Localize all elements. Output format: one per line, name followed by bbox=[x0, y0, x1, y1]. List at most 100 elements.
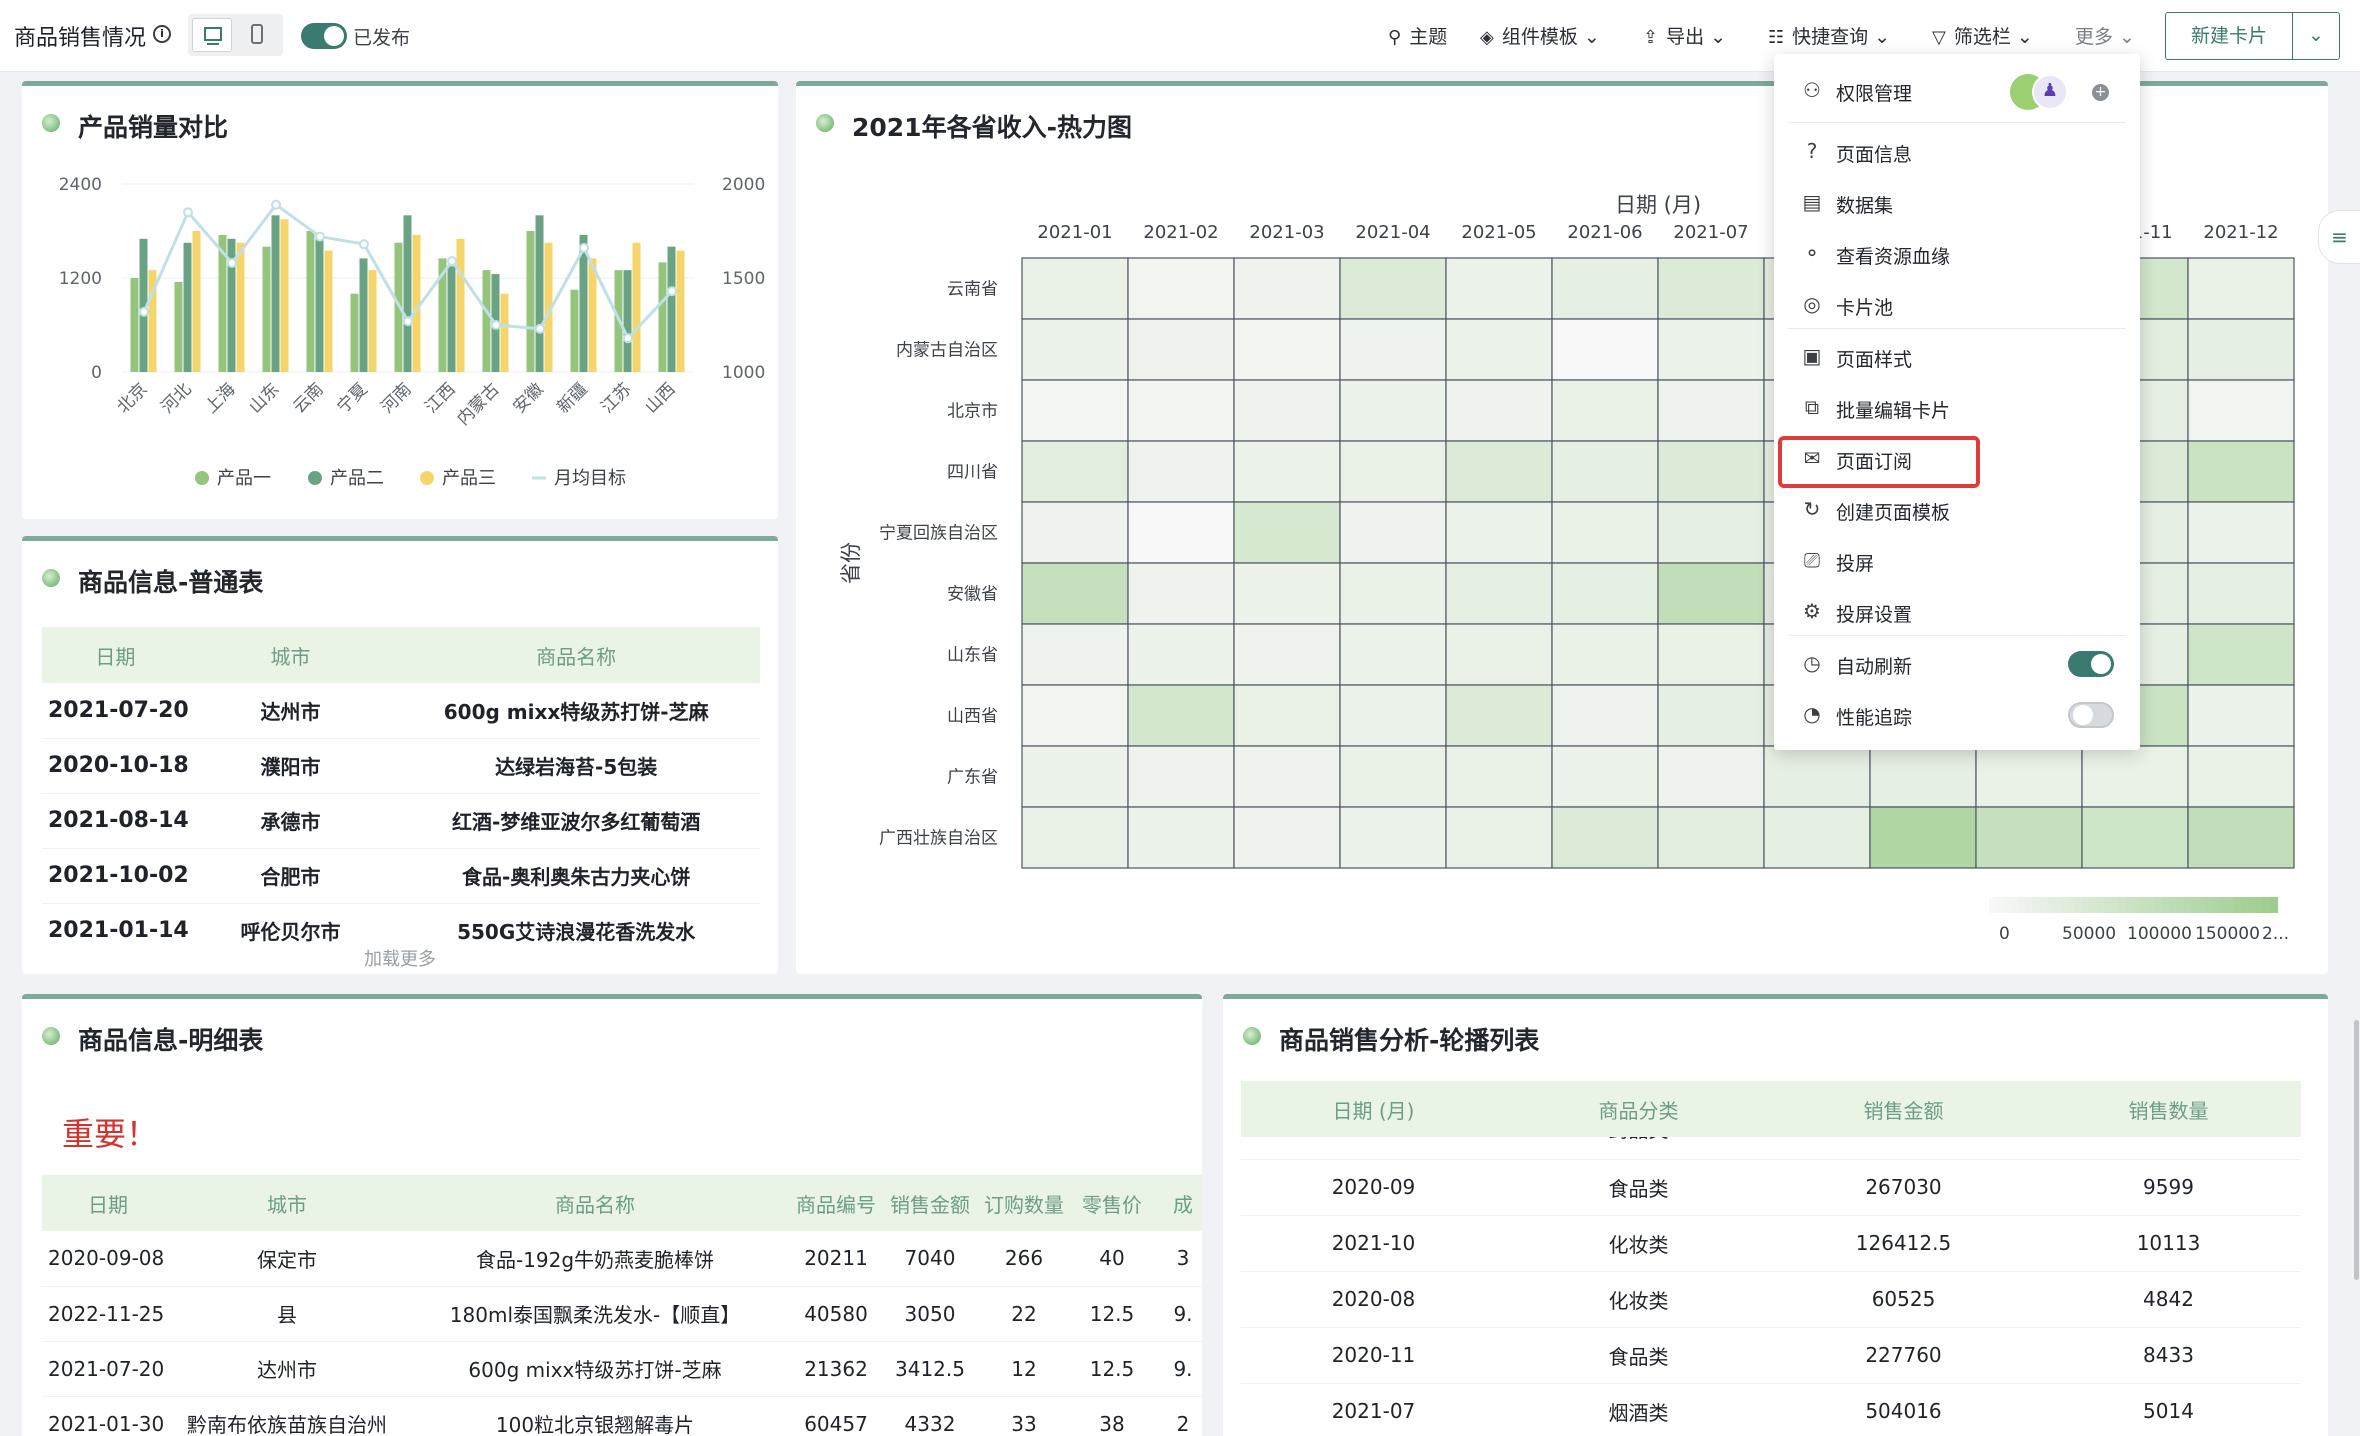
line-point[interactable] bbox=[403, 316, 413, 327]
line-point[interactable] bbox=[579, 242, 589, 253]
bar-产品二[interactable] bbox=[183, 242, 192, 372]
line-point[interactable] bbox=[447, 256, 457, 267]
table-row[interactable]: 2020-10-18 濮阳市 达绿岩海苔-5包装 bbox=[42, 738, 760, 794]
legend-label[interactable]: 产品一 bbox=[217, 468, 271, 489]
heatmap-cell[interactable] bbox=[1021, 257, 1129, 320]
heatmap-cell[interactable] bbox=[1021, 684, 1129, 747]
heatmap-cell[interactable] bbox=[2187, 806, 2295, 869]
heatmap-cell[interactable] bbox=[2187, 562, 2295, 625]
heatmap-cell[interactable] bbox=[1551, 379, 1659, 442]
bar-产品一[interactable] bbox=[482, 270, 491, 372]
heatmap-cell[interactable] bbox=[1975, 745, 2083, 808]
bar-产品二[interactable] bbox=[359, 258, 368, 372]
column-header[interactable]: 日期 bbox=[42, 627, 189, 683]
heatmap-cell[interactable] bbox=[2187, 684, 2295, 747]
heatmap-cell[interactable] bbox=[1339, 623, 1447, 686]
menu-item-lineage[interactable]: ⚬ 查看资源血缘 bbox=[1774, 229, 2140, 279]
bar-产品二[interactable] bbox=[667, 246, 676, 372]
heatmap-cell[interactable] bbox=[1551, 318, 1659, 381]
heatmap-cell[interactable] bbox=[1233, 806, 1341, 869]
menu-item-cast[interactable]: ⎚ 投屏 bbox=[1774, 536, 2140, 586]
export-button[interactable]: ⇪ 导出 ⌄ bbox=[1643, 22, 1726, 49]
line-point[interactable] bbox=[491, 320, 501, 330]
column-header[interactable]: 成 bbox=[1154, 1175, 1202, 1231]
heatmap-cell[interactable] bbox=[1551, 806, 1659, 869]
column-header[interactable]: 日期 (月) bbox=[1241, 1081, 1506, 1137]
component-template-button[interactable]: ◈ 组件模板 ⌄ bbox=[1480, 22, 1600, 49]
bar-产品一[interactable] bbox=[526, 231, 535, 372]
heatmap-cell[interactable] bbox=[1339, 501, 1447, 564]
heatmap-cell[interactable] bbox=[1021, 806, 1129, 869]
line-point[interactable] bbox=[139, 306, 149, 317]
heatmap-cell[interactable] bbox=[2187, 257, 2295, 320]
column-header[interactable]: 销售金额 bbox=[882, 1175, 978, 1231]
menu-item-batch-edit[interactable]: ⧉ 批量编辑卡片 bbox=[1774, 383, 2140, 433]
heatmap-cell[interactable] bbox=[1657, 257, 1765, 320]
auto-refresh-toggle[interactable] bbox=[2068, 651, 2114, 677]
column-header[interactable]: 日期 bbox=[42, 1175, 174, 1231]
line-point[interactable] bbox=[227, 257, 237, 268]
table-row[interactable]: 2021-01-30 黔南布依族苗族自治州 100粒北京银翘解毒片 60457 4332… bbox=[42, 1396, 1202, 1436]
bar-产品三[interactable] bbox=[588, 258, 597, 372]
bar-产品三[interactable] bbox=[676, 250, 685, 372]
heatmap-cell[interactable] bbox=[1339, 257, 1447, 320]
new-card-button[interactable]: 新建卡片 ⌄ bbox=[2165, 12, 2340, 60]
heatmap-cell[interactable] bbox=[1233, 562, 1341, 625]
heatmap-cell[interactable] bbox=[1021, 379, 1129, 442]
bar-产品三[interactable] bbox=[632, 242, 641, 372]
load-more-link[interactable]: 加载更多 bbox=[22, 945, 778, 971]
page-scrollbar[interactable] bbox=[2354, 1020, 2359, 1280]
heatmap-cell[interactable] bbox=[1339, 562, 1447, 625]
legend-label[interactable]: 月均目标 bbox=[554, 468, 626, 489]
desktop-view-button[interactable] bbox=[192, 18, 232, 52]
menu-item-page-info[interactable]: ? 页面信息 bbox=[1774, 127, 2140, 177]
heatmap-cell[interactable] bbox=[2081, 745, 2189, 808]
new-card-label[interactable]: 新建卡片 bbox=[2166, 13, 2292, 59]
heatmap-cell[interactable] bbox=[1445, 684, 1553, 747]
heatmap-cell[interactable] bbox=[1127, 379, 1235, 442]
column-header[interactable]: 销售金额 bbox=[1771, 1081, 2036, 1137]
bar-产品一[interactable] bbox=[570, 289, 579, 372]
heatmap-cell[interactable] bbox=[2187, 318, 2295, 381]
heatmap-cell[interactable] bbox=[1445, 562, 1553, 625]
heatmap-cell[interactable] bbox=[1657, 318, 1765, 381]
heatmap-cell[interactable] bbox=[2081, 806, 2189, 869]
info-icon[interactable]: i bbox=[153, 25, 171, 43]
heatmap-cell[interactable] bbox=[1021, 440, 1129, 503]
chevron-down-icon[interactable]: ⌄ bbox=[2292, 13, 2339, 59]
publish-toggle[interactable] bbox=[301, 23, 347, 49]
line-point[interactable] bbox=[271, 199, 281, 210]
heatmap-cell[interactable] bbox=[1127, 623, 1235, 686]
heatmap-cell[interactable] bbox=[1021, 745, 1129, 808]
heatmap-cell[interactable] bbox=[1551, 745, 1659, 808]
column-header[interactable]: 商品名称 bbox=[392, 627, 760, 683]
heatmap-cell[interactable] bbox=[1021, 318, 1129, 381]
line-point[interactable] bbox=[315, 231, 325, 242]
heatmap-cell[interactable] bbox=[2187, 440, 2295, 503]
menu-item-auto-refresh[interactable]: ◷ 自动刷新 bbox=[1774, 639, 2140, 689]
table-row[interactable]: 2020-09 食品类 267030 9599 bbox=[1241, 1159, 2301, 1216]
heatmap-cell[interactable] bbox=[1233, 684, 1341, 747]
heatmap-cell[interactable] bbox=[1127, 257, 1235, 320]
bar-产品三[interactable] bbox=[324, 250, 333, 372]
heatmap-cell[interactable] bbox=[1657, 806, 1765, 869]
heatmap-cell[interactable] bbox=[1657, 684, 1765, 747]
heatmap-cell[interactable] bbox=[1233, 623, 1341, 686]
heatmap-cell[interactable] bbox=[1445, 501, 1553, 564]
heatmap-cell[interactable] bbox=[1869, 745, 1977, 808]
heatmap-cell[interactable] bbox=[1233, 257, 1341, 320]
menu-item-card-pool[interactable]: ◎ 卡片池 bbox=[1774, 280, 2140, 330]
heatmap-cell[interactable] bbox=[2187, 501, 2295, 564]
table-row[interactable]: 2020-11 食品类 227760 8433 bbox=[1241, 1327, 2301, 1384]
heatmap-cell[interactable] bbox=[1339, 318, 1447, 381]
heatmap-cell[interactable] bbox=[1021, 501, 1129, 564]
bar-产品三[interactable] bbox=[280, 219, 289, 372]
column-header[interactable]: 城市 bbox=[188, 627, 393, 683]
heatmap-cell[interactable] bbox=[1127, 684, 1235, 747]
bar-产品二[interactable] bbox=[623, 270, 632, 372]
table-row[interactable]: 2020-08 化妆类 60525 4842 bbox=[1241, 1271, 2301, 1328]
table-row[interactable]: 2020-09-08 保定市 食品-192g牛奶燕麦脆棒饼 20211 7040 266 4… bbox=[42, 1231, 1202, 1287]
line-point[interactable] bbox=[359, 239, 369, 250]
heatmap-cell[interactable] bbox=[1339, 379, 1447, 442]
table-row[interactable]: 2022-11-25 县 180ml泰国飘柔洗发水-【顺直】 40580 3050 22 1… bbox=[42, 1286, 1202, 1342]
